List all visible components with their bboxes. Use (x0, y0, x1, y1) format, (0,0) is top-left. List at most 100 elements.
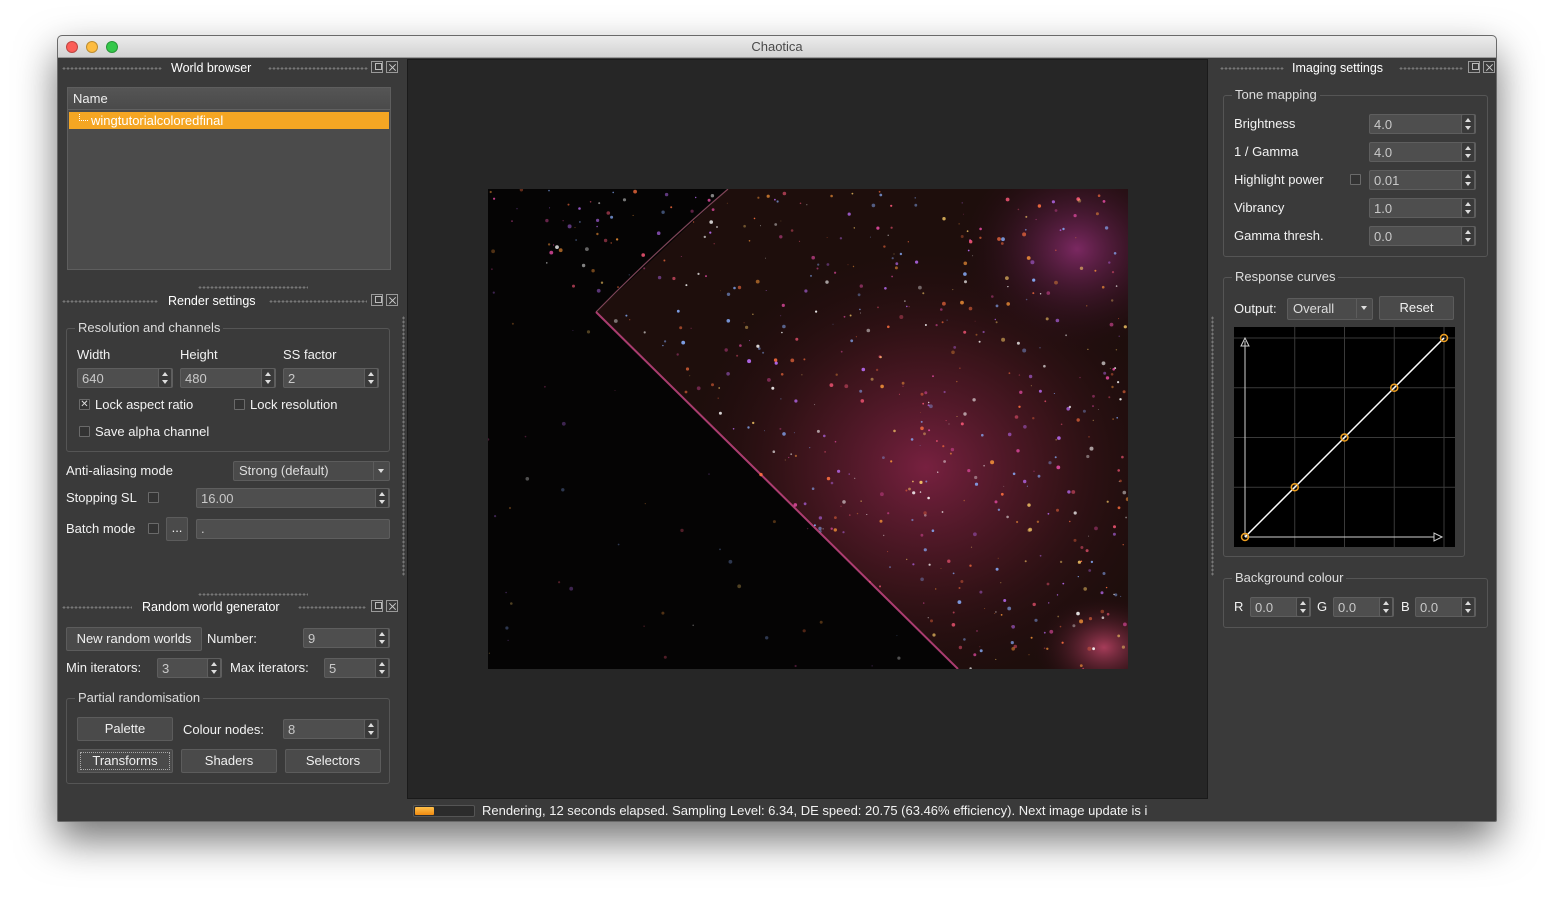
dock-grip[interactable] (1399, 67, 1463, 70)
fractal-speck (1054, 456, 1057, 459)
highlight-power-spinbox[interactable]: 0.01 (1369, 170, 1476, 190)
batch-browse-button[interactable]: ... (166, 517, 188, 541)
spin-arrows-icon[interactable] (261, 368, 275, 388)
min-iterators-spinbox[interactable]: 3 (157, 658, 222, 678)
spin-arrows-icon[interactable] (375, 658, 389, 678)
close-dock-icon[interactable] (1483, 61, 1495, 73)
fractal-speck (973, 532, 977, 537)
transforms-button[interactable]: Transforms (77, 749, 173, 773)
spin-arrows-icon[interactable] (1461, 114, 1475, 134)
fractal-speck (548, 189, 550, 192)
float-dock-icon[interactable] (371, 294, 383, 306)
spin-arrows-icon[interactable] (375, 488, 389, 508)
dock-grip[interactable] (62, 606, 132, 609)
highlight-power-checkbox[interactable] (1350, 174, 1361, 185)
fractal-speck (906, 558, 908, 561)
vibrancy-spinbox[interactable]: 1.0 (1369, 198, 1476, 218)
vertical-splitter[interactable] (402, 316, 405, 576)
r-label: R (1234, 599, 1244, 614)
height-spinbox[interactable]: 480 (180, 368, 276, 388)
spin-arrows-icon[interactable] (364, 719, 378, 739)
gamma-thresh-spinbox[interactable]: 0.0 (1369, 226, 1476, 246)
tree-item[interactable]: wingtutorialcoloredfinal (69, 112, 389, 129)
spin-arrows-icon[interactable] (1461, 597, 1475, 617)
palette-button[interactable]: Palette (77, 717, 173, 741)
dock-grip[interactable] (62, 67, 162, 70)
spin-arrows-icon[interactable] (375, 628, 389, 648)
shaders-button[interactable]: Shaders (181, 749, 277, 773)
spin-arrows-icon[interactable] (207, 658, 221, 678)
stopping-sl-checkbox[interactable] (148, 492, 159, 503)
spin-arrows-icon[interactable] (158, 368, 172, 388)
zoom-window-button[interactable] (106, 41, 118, 53)
fractal-speck (606, 211, 611, 215)
fractal-speck (708, 473, 710, 475)
spin-arrows-icon[interactable] (1379, 597, 1393, 617)
aa-mode-select[interactable]: Strong (default) (233, 461, 390, 481)
fractal-speck (752, 313, 754, 315)
spin-arrows-icon[interactable] (1461, 170, 1475, 190)
fractal-speck (1056, 594, 1059, 596)
g-spinbox[interactable]: 0.0 (1333, 597, 1394, 617)
output-select[interactable]: Overall (1287, 298, 1373, 320)
float-dock-icon[interactable] (371, 600, 383, 612)
world-browser-header: World browser (62, 60, 402, 76)
fractal-speck (818, 526, 822, 531)
spin-arrows-icon[interactable] (364, 368, 378, 388)
float-dock-icon[interactable] (1468, 61, 1480, 73)
fractal-speck (689, 375, 691, 377)
reset-button[interactable]: Reset (1379, 296, 1454, 320)
min-iterators-value: 3 (162, 661, 170, 676)
fractal-speck (882, 456, 885, 459)
close-dock-icon[interactable] (386, 600, 398, 612)
gamma-spinbox[interactable]: 4.0 (1369, 142, 1476, 162)
r-spinbox[interactable]: 0.0 (1250, 597, 1311, 617)
fractal-speck (685, 284, 688, 287)
width-spinbox[interactable]: 640 (77, 368, 173, 388)
new-random-worlds-button[interactable]: New random worlds (66, 627, 202, 651)
brightness-spinbox[interactable]: 4.0 (1369, 114, 1476, 134)
splitter-handle[interactable] (198, 593, 308, 596)
dock-grip[interactable] (1220, 67, 1284, 70)
fractal-speck (1113, 252, 1117, 255)
minimize-window-button[interactable] (86, 41, 98, 53)
fractal-speck (612, 191, 614, 194)
selectors-button[interactable]: Selectors (285, 749, 381, 773)
batch-path-field[interactable]: . (196, 519, 390, 539)
dock-grip[interactable] (268, 67, 368, 70)
fractal-speck (879, 193, 883, 197)
dock-grip[interactable] (298, 606, 366, 609)
close-window-button[interactable] (66, 41, 78, 53)
float-dock-icon[interactable] (371, 61, 383, 73)
fractal-speck (1019, 390, 1023, 394)
lock-aspect-checkbox[interactable]: ✕ (79, 399, 90, 410)
b-spinbox[interactable]: 0.0 (1415, 597, 1476, 617)
batch-mode-checkbox[interactable] (148, 523, 159, 534)
spin-arrows-icon[interactable] (1461, 226, 1475, 246)
max-iterators-spinbox[interactable]: 5 (324, 658, 390, 678)
close-dock-icon[interactable] (386, 61, 398, 73)
number-spinbox[interactable]: 9 (303, 628, 390, 648)
fractal-speck (896, 635, 898, 637)
fractal-speck (902, 385, 904, 387)
render-viewport[interactable] (407, 59, 1208, 799)
dock-grip[interactable] (62, 300, 158, 303)
stopping-sl-spinbox[interactable]: 16.00 (196, 488, 390, 508)
spin-arrows-icon[interactable] (1461, 198, 1475, 218)
dock-grip[interactable] (269, 300, 367, 303)
ss-factor-spinbox[interactable]: 2 (283, 368, 379, 388)
tree-column-header[interactable]: Name (68, 88, 390, 110)
world-tree[interactable]: Name wingtutorialcoloredfinal (67, 87, 391, 270)
close-dock-icon[interactable] (386, 294, 398, 306)
save-alpha-checkbox[interactable] (79, 426, 90, 437)
spin-arrows-icon[interactable] (1296, 597, 1310, 617)
fractal-speck (664, 192, 669, 197)
vertical-splitter[interactable] (1211, 316, 1214, 576)
lock-resolution-checkbox[interactable] (234, 399, 245, 410)
response-curve-editor[interactable] (1234, 327, 1455, 547)
colour-nodes-spinbox[interactable]: 8 (283, 719, 379, 739)
spin-arrows-icon[interactable] (1461, 142, 1475, 162)
splitter-handle[interactable] (198, 286, 308, 289)
fractal-speck (1071, 490, 1076, 494)
fractal-speck (680, 528, 684, 533)
